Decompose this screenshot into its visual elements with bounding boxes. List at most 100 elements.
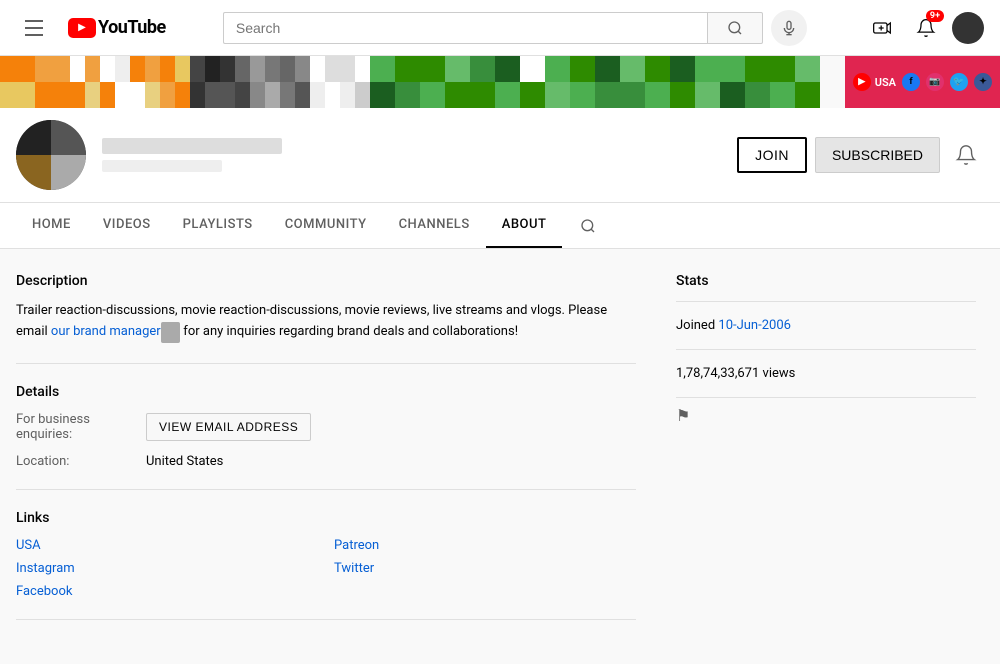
link-patreon[interactable]: Patreon (334, 538, 636, 553)
banner-gray2 (250, 56, 280, 108)
links-section: Links USA Patreon Instagram Twitter Face… (16, 510, 636, 599)
description-title: Description (16, 273, 636, 289)
banner-gray3 (280, 56, 310, 108)
avatar-cell-3 (16, 155, 51, 190)
details-title: Details (16, 384, 636, 400)
description-text: Trailer reaction-discussions, movie reac… (16, 301, 636, 343)
search-button[interactable] (707, 12, 763, 44)
content-left: Description Trailer reaction-discussions… (16, 273, 636, 640)
banner-orange2 (70, 56, 100, 108)
stats-title: Stats (676, 273, 976, 289)
hamburger-button[interactable] (16, 10, 52, 46)
youtube-icon (68, 18, 96, 38)
channel-banner: ▶ USA f 📷 🐦 ✦ (0, 56, 1000, 108)
view-email-button[interactable]: VIEW EMAIL ADDRESS (146, 413, 311, 441)
views-stat: 1,78,74,33,671 views (676, 358, 976, 389)
email-row: For business enquiries: VIEW EMAIL ADDRE… (16, 412, 636, 442)
link-facebook[interactable]: Facebook (16, 584, 318, 599)
divider-3 (16, 619, 636, 620)
banner-green9 (770, 56, 820, 108)
top-navigation: YouTube (0, 0, 1000, 56)
banner-green4 (520, 56, 570, 108)
joined-stat: Joined 10-Jun-2006 (676, 310, 976, 341)
link-twitter[interactable]: Twitter (334, 561, 636, 576)
tab-about[interactable]: ABOUT (486, 203, 563, 248)
tab-channels[interactable]: CHANNELS (383, 203, 486, 248)
links-title: Links (16, 510, 636, 526)
tab-home[interactable]: HOME (16, 203, 87, 248)
extra-social-icon: ✦ (974, 73, 992, 91)
youtube-social-icon: ▶ (853, 73, 871, 91)
notification-area: 9+ (908, 10, 944, 46)
avatar-mosaic (16, 120, 86, 190)
channel-meta (102, 138, 737, 172)
banner-green6 (620, 56, 670, 108)
business-label: For business enquiries: (16, 412, 146, 442)
banner-green8 (720, 56, 770, 108)
search-icon (727, 20, 743, 36)
nav-right: 9+ (864, 10, 984, 46)
joined-date-link[interactable]: 10-Jun-2006 (718, 318, 791, 333)
banner-white2 (310, 56, 340, 108)
banner-orange3 (130, 56, 160, 108)
link-instagram[interactable]: Instagram (16, 561, 318, 576)
link-usa[interactable]: USA (16, 538, 318, 553)
facebook-social-icon: f (902, 73, 920, 91)
channel-avatar (16, 120, 86, 190)
details-section: Details For business enquiries: VIEW EMA… (16, 384, 636, 469)
stats-divider-2 (676, 349, 976, 350)
channel-tabs: HOME VIDEOS PLAYLISTS COMMUNITY CHANNELS… (0, 203, 1000, 249)
avatar-cell-2 (51, 120, 86, 155)
add-video-button[interactable] (864, 10, 900, 46)
channel-actions: JOIN SUBSCRIBED (737, 137, 984, 173)
twitter-social-icon: 🐦 (950, 73, 968, 91)
banner-white3 (340, 56, 370, 108)
banner-black (190, 56, 220, 108)
channel-sub-blurred (102, 160, 222, 172)
banner-social-bar: ▶ USA f 📷 🐦 ✦ (845, 56, 1000, 108)
mic-icon (781, 20, 797, 36)
youtube-logo[interactable]: YouTube (68, 17, 166, 38)
instagram-social-icon: 📷 (926, 73, 944, 91)
tab-videos[interactable]: VIDEOS (87, 203, 167, 248)
search-input[interactable] (223, 12, 707, 44)
youtube-wordmark: YouTube (98, 17, 166, 38)
flag-button[interactable]: ⚑ (676, 406, 976, 425)
mic-button[interactable] (771, 10, 807, 46)
banner-green3 (470, 56, 520, 108)
location-label: Location: (16, 454, 146, 469)
divider-1 (16, 363, 636, 364)
stats-divider-3 (676, 397, 976, 398)
location-row: Location: United States (16, 454, 636, 469)
main-content: Description Trailer reaction-discussions… (0, 249, 1000, 664)
channel-name-blurred (102, 138, 282, 154)
bell-outline-icon (955, 144, 977, 166)
brand-manager-link[interactable]: our brand manager (51, 324, 161, 339)
subscribed-button[interactable]: SUBSCRIBED (815, 137, 940, 173)
banner-orange (0, 56, 70, 108)
tab-playlists[interactable]: PLAYLISTS (167, 203, 269, 248)
tab-search-icon (580, 218, 596, 234)
join-button[interactable]: JOIN (737, 137, 807, 173)
banner-gray (220, 56, 250, 108)
banner-white (100, 56, 130, 108)
divider-2 (16, 489, 636, 490)
location-value: United States (146, 454, 223, 469)
search-area (166, 10, 864, 46)
banner-green5 (570, 56, 620, 108)
banner-green (370, 56, 420, 108)
add-video-icon (872, 18, 892, 38)
content-right: Stats Joined 10-Jun-2006 1,78,74,33,671 … (676, 273, 976, 640)
tab-search-button[interactable] (570, 208, 606, 244)
search-form (223, 12, 763, 44)
bell-button[interactable] (948, 137, 984, 173)
user-avatar-button[interactable] (952, 12, 984, 44)
social-usa: ▶ USA (853, 73, 896, 91)
stats-divider-1 (676, 301, 976, 302)
avatar-cell-1 (16, 120, 51, 155)
channel-info-bar: JOIN SUBSCRIBED (0, 108, 1000, 203)
tab-community[interactable]: COMMUNITY (269, 203, 383, 248)
nav-left: YouTube (16, 10, 166, 46)
avatar-cell-4 (51, 155, 86, 190)
description-section: Description Trailer reaction-discussions… (16, 273, 636, 343)
